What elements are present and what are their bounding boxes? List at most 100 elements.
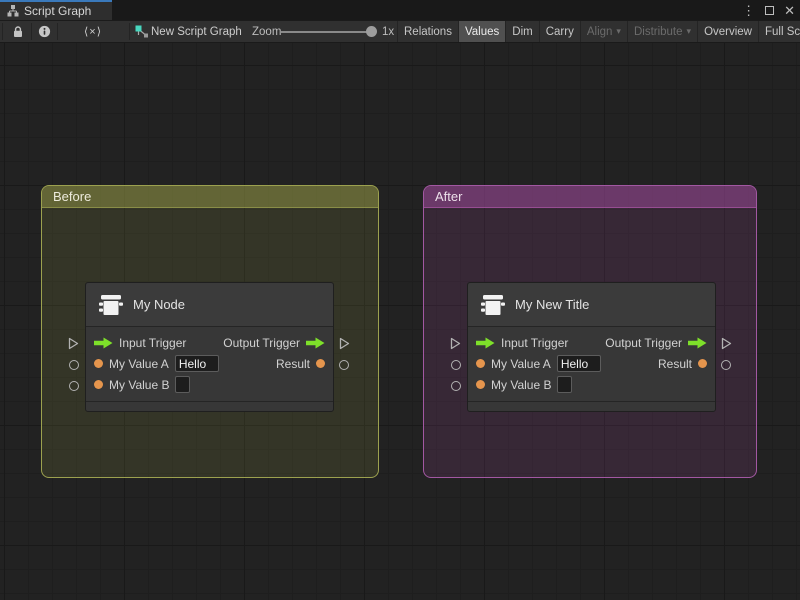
align-dropdown[interactable]: Align ▾ xyxy=(579,21,627,42)
zoom-value: 1x xyxy=(382,25,395,38)
result-port[interactable] xyxy=(721,360,731,370)
value-b-input[interactable] xyxy=(175,376,191,393)
group-after-header[interactable]: After xyxy=(424,186,756,208)
value-b-row: My Value B xyxy=(94,374,325,395)
output-trigger-label: Output Trigger xyxy=(605,335,682,350)
input-trigger-label: Input Trigger xyxy=(119,335,187,350)
group-before-title: Before xyxy=(53,189,92,204)
input-trigger-port[interactable] xyxy=(67,337,79,350)
value-a-input[interactable] xyxy=(174,355,219,372)
value-port-icon xyxy=(94,380,103,389)
relations-label: Relations xyxy=(404,25,452,38)
flow-arrow-icon xyxy=(476,337,495,348)
output-trigger-port[interactable] xyxy=(338,337,350,350)
value-port-icon xyxy=(316,359,325,368)
node-title: My Node xyxy=(133,297,186,312)
node-title: My New Title xyxy=(515,297,590,312)
value-a-row: My Value A Result xyxy=(94,353,325,374)
node-footer xyxy=(468,401,715,411)
unit-node-icon xyxy=(481,294,505,315)
dim-button[interactable]: Dim xyxy=(505,21,538,42)
value-port-icon xyxy=(94,359,103,368)
graph-toolbar: ⟨×⟩ New Script Graph Zoom 1x Relations V… xyxy=(0,20,800,43)
output-trigger-label: Output Trigger xyxy=(223,335,300,350)
node-header[interactable]: My New Title xyxy=(468,283,715,327)
value-b-input[interactable] xyxy=(557,376,573,393)
toolbar-separator xyxy=(31,23,32,40)
flow-arrow-icon xyxy=(306,337,325,348)
value-b-label: My Value B xyxy=(109,377,170,392)
code-icon: ⟨×⟩ xyxy=(83,26,102,38)
node-header[interactable]: My Node xyxy=(86,283,333,327)
unit-node-icon xyxy=(99,294,123,315)
flow-arrow-icon xyxy=(688,337,707,348)
group-before-header[interactable]: Before xyxy=(42,186,378,208)
node-my-node[interactable]: My Node Input Trigger Output Trigger My … xyxy=(85,282,334,412)
input-trigger-port[interactable] xyxy=(449,337,461,350)
group-after-title: After xyxy=(435,189,463,204)
carry-button[interactable]: Carry xyxy=(538,21,580,42)
relations-button[interactable]: Relations xyxy=(397,21,458,42)
values-label: Values xyxy=(464,25,500,38)
tab-title: Script Graph xyxy=(24,4,92,18)
full-screen-button[interactable]: Full Screen xyxy=(758,21,800,42)
close-icon[interactable]: ✕ xyxy=(784,4,795,17)
result-label: Result xyxy=(275,356,310,371)
value-a-input[interactable] xyxy=(556,355,601,372)
toolbar-separator xyxy=(129,23,130,40)
tab-strip: Script Graph ⋮ ✕ xyxy=(0,0,800,20)
value-a-port[interactable] xyxy=(69,360,79,370)
node-footer xyxy=(86,401,333,411)
info-icon xyxy=(38,25,50,38)
trigger-row: Input Trigger Output Trigger xyxy=(94,332,325,353)
inspect-button[interactable] xyxy=(34,21,54,42)
node-my-new-title-wrap: My New Title Input Trigger Output Trigge… xyxy=(450,282,732,412)
toolbar-separator xyxy=(2,23,3,40)
maximize-icon[interactable] xyxy=(765,5,775,15)
script-graph-tab-icon xyxy=(7,5,19,17)
node-my-new-title[interactable]: My New Title Input Trigger Output Trigge… xyxy=(467,282,716,412)
value-a-row: My Value A Result xyxy=(476,353,707,374)
chevron-down-icon: ▾ xyxy=(686,26,692,36)
result-port[interactable] xyxy=(339,360,349,370)
value-port-icon xyxy=(476,359,485,368)
value-b-port[interactable] xyxy=(69,381,79,391)
value-b-label: My Value B xyxy=(491,377,552,392)
full-screen-label: Full Screen xyxy=(765,25,800,38)
toolbar-buttons: Relations Values Dim Carry Align ▾ Distri… xyxy=(397,21,800,42)
zoom-slider-track[interactable] xyxy=(280,31,372,33)
lock-button[interactable] xyxy=(8,21,28,42)
window-controls: ⋮ ✕ xyxy=(742,0,795,20)
distribute-label: Distribute xyxy=(633,25,683,38)
input-trigger-label: Input Trigger xyxy=(501,335,569,350)
dim-label: Dim xyxy=(512,25,533,38)
menu-icon[interactable]: ⋮ xyxy=(742,4,755,17)
result-label: Result xyxy=(657,356,692,371)
output-trigger-port[interactable] xyxy=(720,337,732,350)
overview-label: Overview xyxy=(704,25,752,38)
values-button[interactable]: Values xyxy=(457,21,506,42)
graph-asset-icon xyxy=(133,21,149,42)
zoom-label: Zoom xyxy=(252,25,282,38)
graph-canvas[interactable]: Before After My Node Input Trigger Outpu… xyxy=(0,43,800,600)
align-label: Align xyxy=(586,25,613,38)
value-a-label: My Value A xyxy=(491,356,551,371)
value-b-port[interactable] xyxy=(451,381,461,391)
trigger-row: Input Trigger Output Trigger xyxy=(476,332,707,353)
node-my-node-wrap: My Node Input Trigger Output Trigger My … xyxy=(68,282,350,412)
tab-script-graph[interactable]: Script Graph xyxy=(0,0,112,20)
value-a-label: My Value A xyxy=(109,356,169,371)
lock-icon xyxy=(14,26,22,37)
carry-label: Carry xyxy=(545,25,574,38)
value-port-icon xyxy=(698,359,707,368)
chevron-down-icon: ▾ xyxy=(616,26,621,36)
edit-source-button[interactable]: ⟨×⟩ xyxy=(57,21,129,42)
value-b-row: My Value B xyxy=(476,374,707,395)
value-a-port[interactable] xyxy=(451,360,461,370)
flow-arrow-icon xyxy=(94,337,113,348)
overview-button[interactable]: Overview xyxy=(697,21,758,42)
zoom-slider-handle[interactable] xyxy=(366,26,377,37)
graph-name-label[interactable]: New Script Graph xyxy=(151,21,242,42)
node-body: Input Trigger Output Trigger My Value A … xyxy=(86,327,333,401)
distribute-dropdown[interactable]: Distribute ▾ xyxy=(626,21,697,42)
